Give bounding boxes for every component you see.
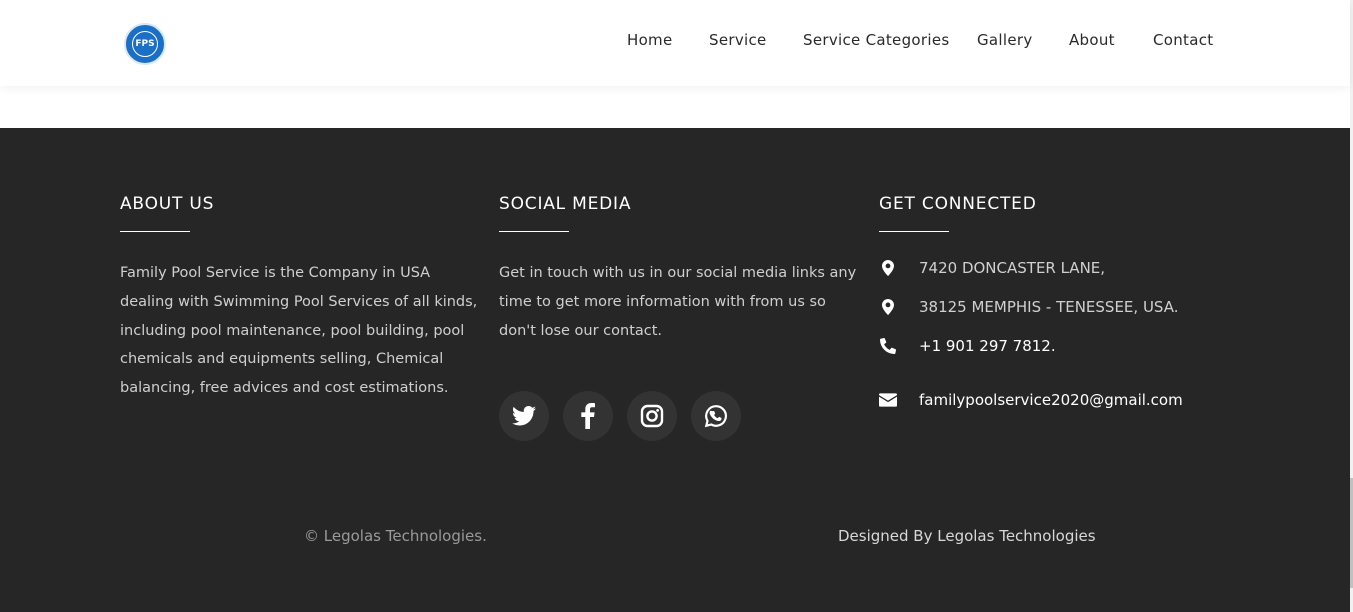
designed-by-text[interactable]: Designed By Legolas Technologies [838,527,1096,545]
site-header: FPS Home Service Service Categories Gall… [0,0,1350,86]
connect-section: GET CONNECTED [879,194,1239,232]
envelope-icon [879,391,897,409]
instagram-icon [640,404,664,428]
about-line: chemicals and equipments selling, Chemic… [120,351,444,368]
about-line: balancing, free advices and cost estimat… [120,380,449,397]
nav-gallery[interactable]: Gallery [977,31,1033,49]
phone-icon [879,337,897,355]
map-marker-icon [879,259,897,277]
facebook-button[interactable] [563,391,613,441]
about-line: Family Pool Service is the Company in US… [120,265,431,281]
social-text: Get in touch with us in our social media… [499,259,859,345]
social-line: Get in touch with us in our social media… [499,265,857,281]
social-section: SOCIAL MEDIA Get in touch with us in our… [499,194,859,345]
social-line: time to get more information with from u… [499,293,826,310]
nav-contact[interactable]: Contact [1153,31,1213,49]
about-text: Family Pool Service is the Company in US… [120,259,480,403]
about-heading: ABOUT US [120,194,215,214]
social-heading-underline [499,231,569,232]
phone-number: +1 901 297 7812. [919,337,1056,355]
site-footer: ABOUT US Family Pool Service is the Comp… [0,128,1350,612]
connect-heading-underline [879,231,949,232]
twitter-button[interactable] [499,391,549,441]
nav-about[interactable]: About [1069,31,1115,49]
main-nav: Home Service Service Categories Gallery … [0,31,1350,51]
social-line: don't lose our contact. [499,322,663,339]
nav-service-categories[interactable]: Service Categories [803,31,949,49]
copyright-text: © Legolas Technologies. [304,527,487,545]
whatsapp-icon [704,405,727,428]
about-line: including pool maintenance, pool buildin… [120,322,465,339]
about-line: dealing with Swimming Pool Services of a… [120,293,478,310]
about-heading-underline [120,231,190,232]
connect-heading: GET CONNECTED [879,194,1037,214]
whatsapp-button[interactable] [691,391,741,441]
address-line1: 7420 DONCASTER LANE, [919,259,1106,277]
social-heading: SOCIAL MEDIA [499,194,632,214]
twitter-icon [512,406,536,426]
nav-home[interactable]: Home [627,31,673,49]
contact-address-line1: 7420 DONCASTER LANE, [879,258,1105,278]
instagram-button[interactable] [627,391,677,441]
nav-service[interactable]: Service [709,31,767,49]
about-section: ABOUT US Family Pool Service is the Comp… [120,194,480,403]
contact-address-line2: 38125 MEMPHIS - TENESSEE, USA. [879,297,1178,317]
contact-email[interactable]: familypoolservice2020@gmail.com [879,390,1183,410]
map-marker-icon [879,298,897,316]
content-gap [0,86,1350,128]
contact-phone[interactable]: +1 901 297 7812. [879,336,1056,356]
address-line2: 38125 MEMPHIS - TENESSEE, USA. [919,298,1179,316]
facebook-icon [581,403,595,429]
email-address: familypoolservice2020@gmail.com [919,391,1183,409]
